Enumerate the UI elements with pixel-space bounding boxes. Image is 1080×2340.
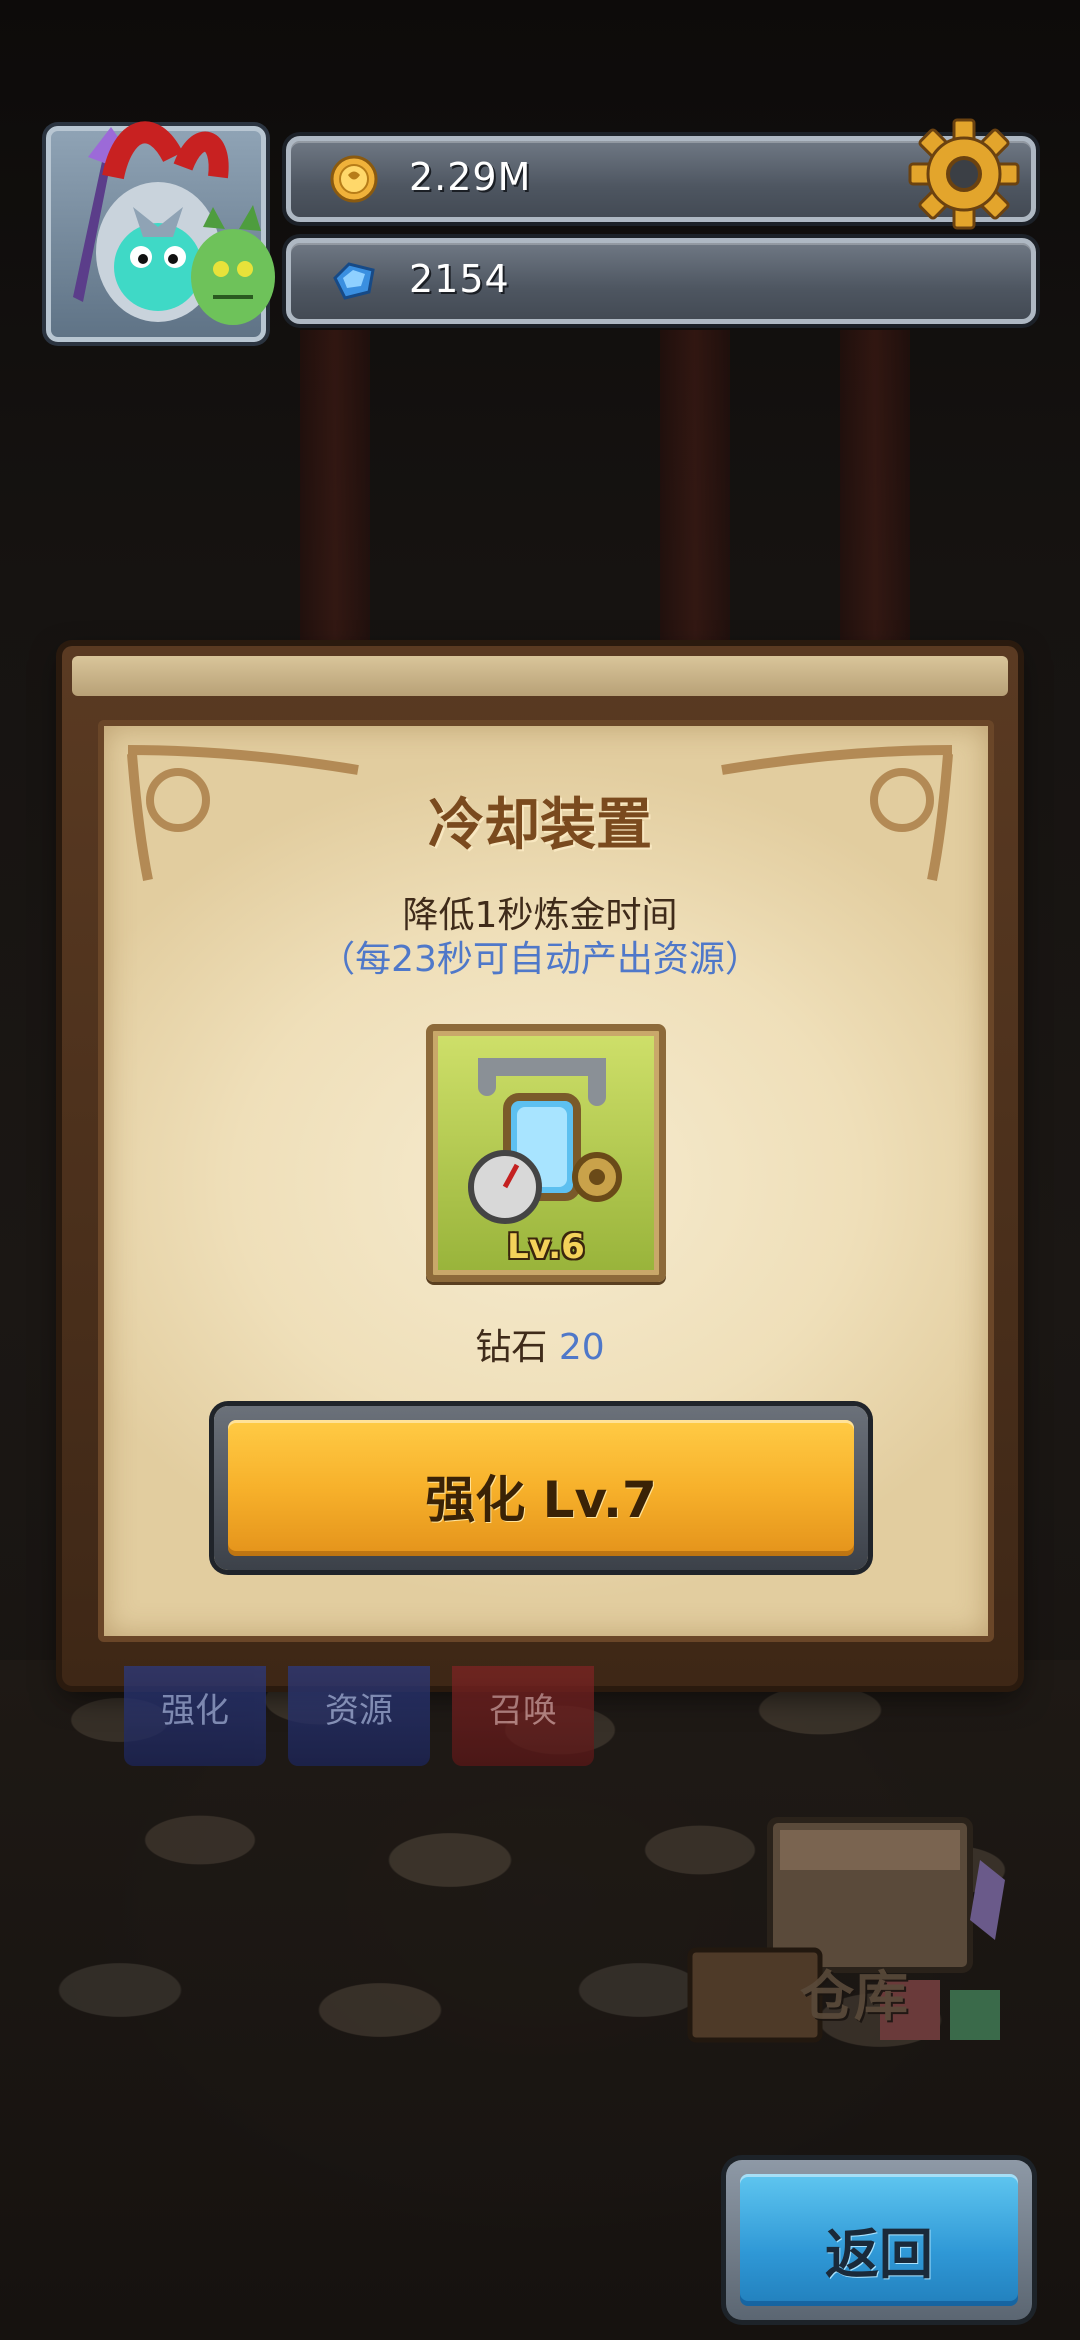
cooling-device-icon xyxy=(468,1058,622,1224)
gem-icon xyxy=(333,262,375,300)
tab-resources[interactable]: 资源 xyxy=(288,1666,430,1766)
upgrade-button-face[interactable]: 强化 Lv.7 xyxy=(228,1420,854,1556)
return-button-label: 返回 xyxy=(825,2223,933,2286)
upgrade-button[interactable]: 强化 Lv.7 xyxy=(214,1406,868,1570)
upgrade-button-label: 强化 Lv.7 xyxy=(425,1471,657,1529)
gem-counter: 2154 xyxy=(286,238,1036,324)
item-level: Lv.6 xyxy=(507,1227,585,1267)
dialog-subtext: （每23秒可自动产出资源） xyxy=(319,939,761,980)
dialog-title: 冷却装置 xyxy=(428,793,652,858)
upgrade-cost: 钻石 20 xyxy=(0,1318,1080,1370)
warehouse-label[interactable]: 仓库 xyxy=(800,1952,908,2031)
gold-value: 2.29M xyxy=(409,155,532,199)
gear-icon[interactable] xyxy=(906,116,1022,232)
gem-value: 2154 xyxy=(409,257,510,301)
cost-value: 20 xyxy=(558,1327,605,1368)
return-button-face[interactable]: 返回 xyxy=(740,2174,1018,2306)
gold-coin-icon xyxy=(330,155,378,203)
avatar-icon xyxy=(73,121,275,325)
cost-label: 钻石 xyxy=(475,1327,548,1368)
item-card: Lv.6 xyxy=(426,1024,666,1282)
player-avatar[interactable] xyxy=(46,121,275,342)
tab-upgrade[interactable]: 强化 xyxy=(124,1666,266,1766)
tab-summon[interactable]: 召唤 xyxy=(452,1666,594,1766)
return-button[interactable]: 返回 xyxy=(726,2160,1032,2320)
